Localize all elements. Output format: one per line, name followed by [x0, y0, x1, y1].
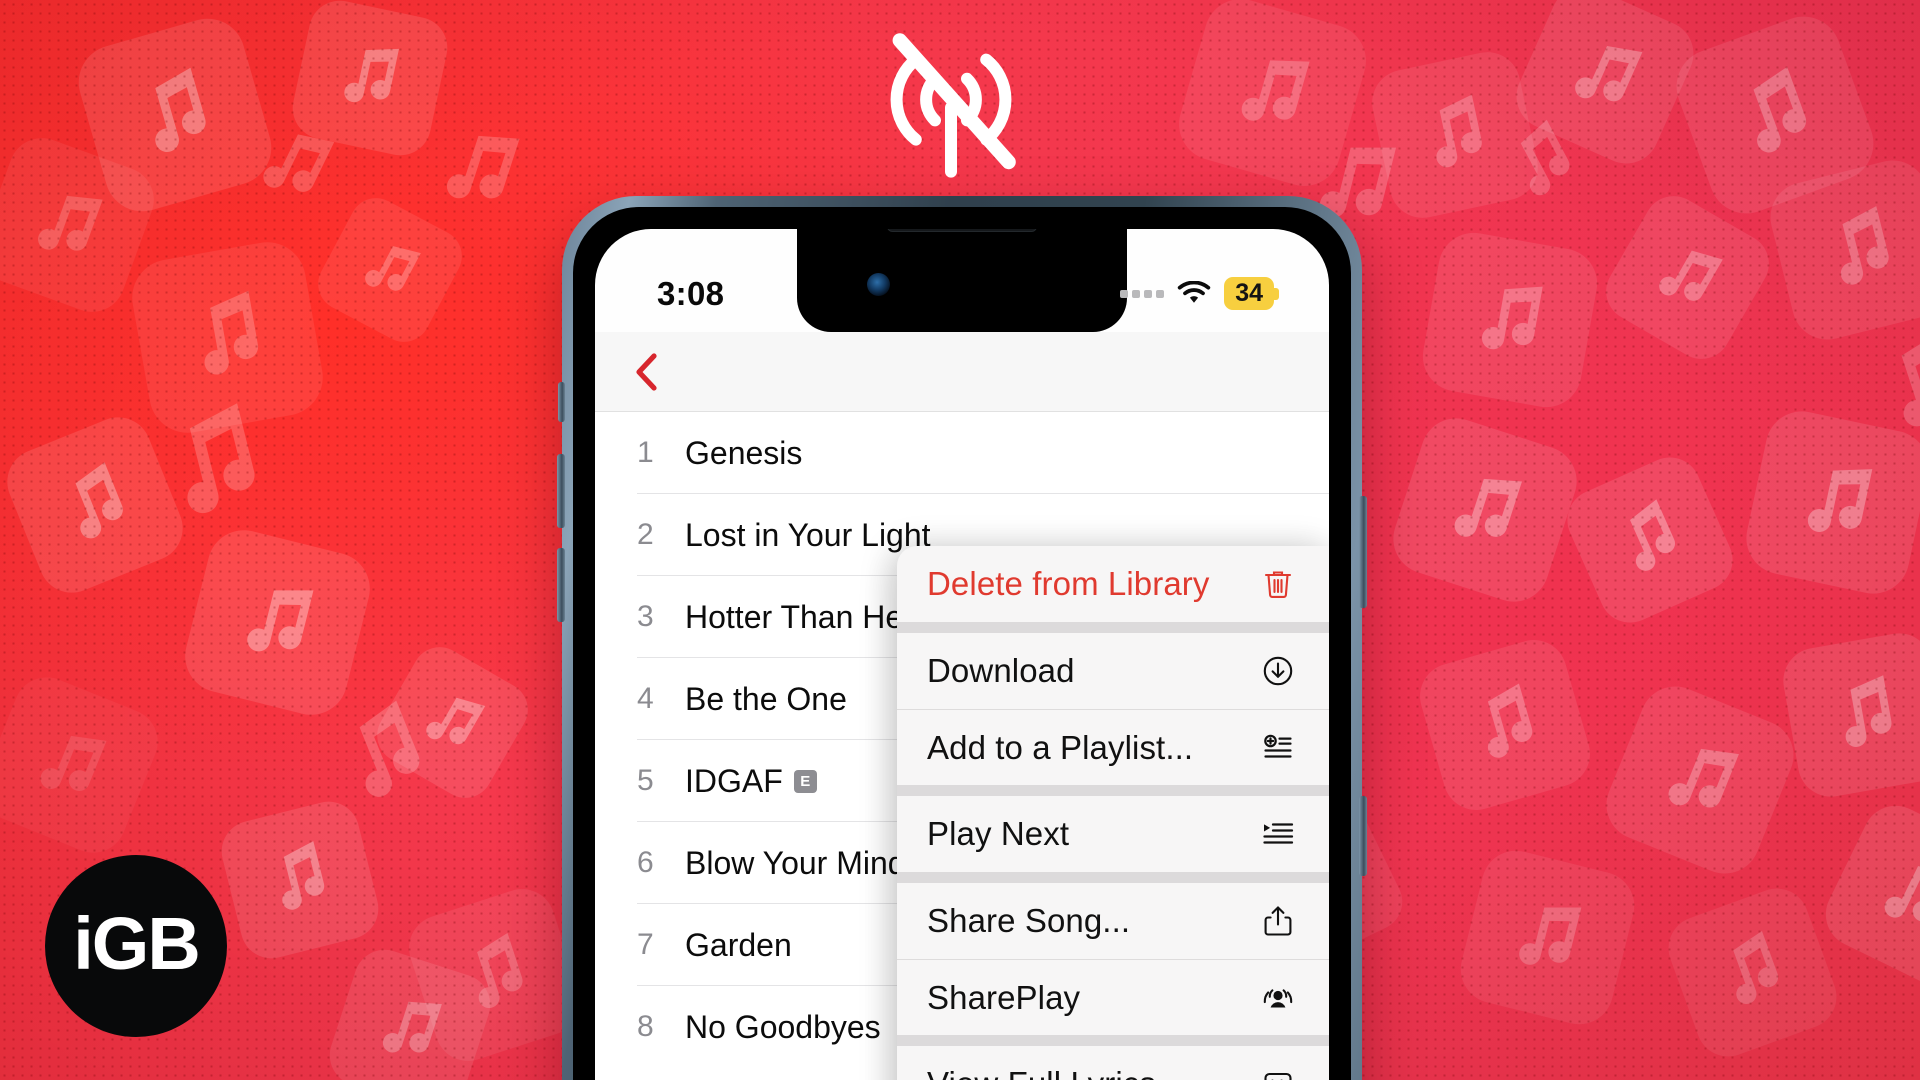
menu-item-label: Download	[927, 652, 1075, 689]
menu-item-trash[interactable]: Delete from Library	[897, 546, 1329, 622]
song-title-text: Be the One	[685, 680, 847, 717]
menu-separator	[897, 1035, 1329, 1046]
volume-down-button[interactable]	[557, 548, 565, 622]
menu-separator	[897, 785, 1329, 796]
lyrics-bubble-icon	[1251, 1067, 1295, 1080]
battery-badge: 34	[1224, 277, 1274, 310]
song-title: No Goodbyes	[685, 1009, 881, 1046]
song-number: 1	[637, 436, 654, 469]
song-number: 7	[637, 928, 654, 961]
status-bar: 3:08 34	[595, 229, 1329, 332]
song-number: 4	[637, 682, 654, 715]
igb-logo-text: iGB	[73, 902, 201, 985]
volume-up-button[interactable]	[557, 454, 565, 528]
battery-tip	[1273, 287, 1279, 300]
song-title: Hotter Than Hell	[685, 599, 917, 636]
song-title: Blow Your Mind	[685, 845, 906, 882]
song-number: 8	[637, 1010, 654, 1043]
context-menu: Delete from Library Download Add to a Play…	[897, 546, 1329, 1080]
menu-item-label: View Full Lyrics	[927, 1065, 1251, 1080]
add-to-playlist-icon	[1251, 731, 1295, 765]
wifi-icon	[1177, 280, 1211, 307]
song-title: Lost in Your Light	[685, 517, 931, 554]
song-title-text: Hotter Than Hell	[685, 598, 918, 635]
song-title: Be the One	[685, 681, 847, 718]
song-row[interactable]: 1 Genesis	[595, 412, 1329, 494]
menu-item-add-to-playlist[interactable]: Add to a Playlist...	[897, 709, 1329, 785]
song-title-text: Garden	[685, 926, 792, 963]
song-title-text: Blow Your Mind	[685, 844, 906, 881]
igb-logo: iGB	[45, 855, 227, 1037]
menu-item-label: Share Song...	[927, 902, 1131, 939]
status-clock: 3:08	[657, 274, 725, 312]
song-number: 6	[637, 846, 654, 879]
signal-dots-icon	[1120, 289, 1165, 298]
menu-separator	[897, 872, 1329, 883]
song-number: 5	[637, 764, 654, 797]
shareplay-icon	[1251, 981, 1295, 1015]
song-title-text: IDGAF	[685, 762, 783, 799]
song-number: 2	[637, 518, 654, 551]
song-number: 3	[637, 600, 654, 633]
menu-item-label: Add to a Playlist...	[927, 728, 1194, 766]
menu-item-label: Play Next	[927, 815, 1070, 852]
menu-item-play-next[interactable]: Play Next	[897, 796, 1329, 872]
menu-item-label: Delete from Library	[927, 565, 1210, 602]
status-indicators: 34	[1120, 277, 1279, 310]
song-title-text: No Goodbyes	[685, 1008, 881, 1045]
share-icon	[1251, 904, 1295, 938]
play-next-icon	[1251, 817, 1295, 851]
menu-item-label: SharePlay	[927, 978, 1081, 1016]
menu-item-lyrics-bubble[interactable]: View Full Lyrics	[897, 1046, 1329, 1080]
phone-bezel: 3:08 34 1 Genesis 2 Lost in Your Light 3…	[573, 207, 1351, 1080]
song-title-text: Genesis	[685, 434, 803, 471]
back-button[interactable]	[623, 349, 669, 395]
no-signal-broadcast-icon	[866, 18, 1036, 178]
download-circle-icon	[1251, 654, 1295, 688]
song-title: Garden	[685, 927, 792, 964]
power-button[interactable]	[1359, 496, 1367, 608]
phone-screen: 3:08 34 1 Genesis 2 Lost in Your Light 3…	[595, 229, 1329, 1080]
chevron-left-icon	[636, 352, 657, 391]
power-button-lower[interactable]	[1359, 796, 1367, 876]
song-title-text: Lost in Your Light	[685, 516, 931, 553]
menu-item-share[interactable]: Share Song...	[897, 883, 1329, 959]
mute-switch[interactable]	[558, 382, 565, 422]
song-title: IDGAF E	[685, 763, 817, 800]
song-title: Genesis	[685, 435, 802, 472]
iphone-mockup: 3:08 34 1 Genesis 2 Lost in Your Light 3…	[557, 196, 1367, 1080]
explicit-badge: E	[793, 769, 817, 793]
menu-item-shareplay[interactable]: SharePlay	[897, 959, 1329, 1035]
menu-item-download-circle[interactable]: Download	[897, 633, 1329, 709]
trash-icon	[1251, 567, 1295, 601]
menu-separator	[897, 622, 1329, 633]
navigation-bar	[595, 332, 1329, 412]
